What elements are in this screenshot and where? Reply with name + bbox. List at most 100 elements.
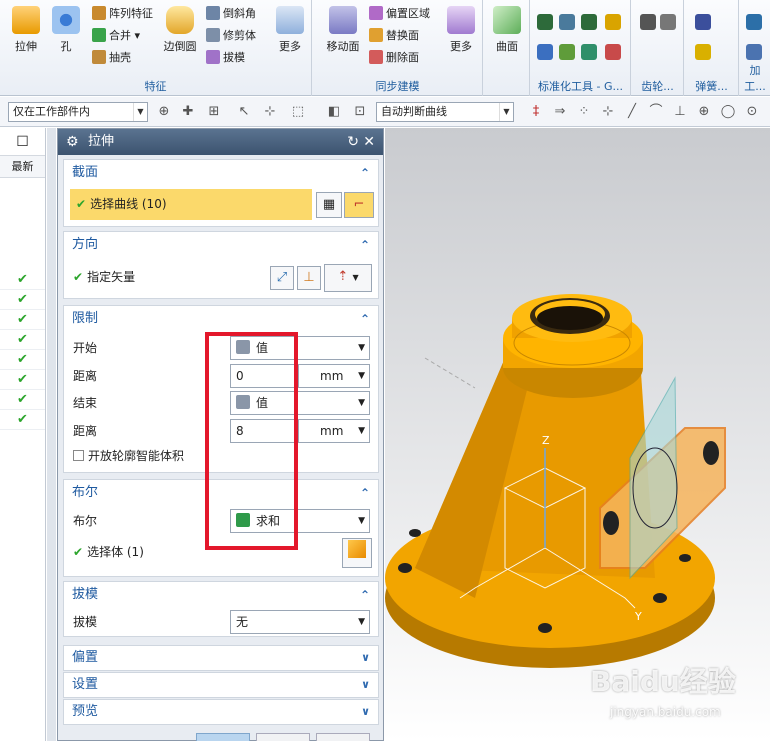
lasso-icon[interactable]: ⊹ [262,104,278,120]
cancel-button[interactable] [316,733,370,741]
reverse-direction-button[interactable]: ⤢ [270,266,294,290]
axis-line [424,357,476,389]
offset-section[interactable]: 偏置 ∨ [63,645,379,671]
endpoint-icon[interactable]: ⊹ [600,104,616,120]
spring-tool-icon-1[interactable] [695,14,711,30]
select-body-row[interactable]: ✔ 选择体 (1) [73,541,144,563]
vector-type-dropdown[interactable]: ⇡ ▼ [324,264,372,292]
settings-section[interactable]: 设置 ∨ [63,672,379,698]
tangent-icon[interactable]: ⌒ [648,104,664,120]
ok-button[interactable] [196,733,250,741]
pattern-icon [92,6,106,20]
std-tool-icon-4[interactable] [605,14,621,30]
std-tool-icon-2[interactable] [559,14,575,30]
draft-type-select[interactable]: 无 ▼ [230,610,370,634]
trim-body-button[interactable]: 修剪体 [206,27,256,45]
curve-select-icon[interactable]: ⊡ [352,104,368,120]
navigator-maximize-icon[interactable]: ☐ [0,128,45,156]
start-unit-select[interactable]: mm ▼ [298,364,370,388]
arc-center-icon[interactable]: ⊕ [696,104,712,120]
quadrant-icon[interactable]: ◯ [720,104,736,120]
sketch-section-button[interactable]: ▦ [316,192,342,218]
move-face-button[interactable]: 移动面 [323,6,363,54]
curve-icon: ⌐ [353,197,365,212]
gear-icon[interactable]: ⚙ [66,129,79,155]
select-filter-icon[interactable]: ⊕ [156,104,172,120]
navigator-check: ✔ [0,290,45,310]
draft-button[interactable]: 拔模 [206,49,245,67]
apply-button[interactable] [256,733,310,741]
replace-face-button[interactable]: 替换面 [369,27,419,45]
select-curve-row[interactable]: ✔ 选择曲线 (10) [70,189,312,220]
curve-rule-select[interactable]: 自动判断曲线 ▼ [376,102,514,122]
rectangle-select-icon[interactable]: ⬚ [290,104,306,120]
shell-button[interactable]: 抽壳 [92,49,131,67]
machining-tool-icon-2[interactable] [746,44,762,60]
boolean-type-select[interactable]: 求和 ▼ [230,509,370,533]
direction-header[interactable]: 方向 ⌃ [64,232,378,258]
group-label-standard: 标准化工具 - G... [538,80,623,93]
selection-scope-select[interactable]: 仅在工作部件内 ▼ [8,102,148,122]
gear-tool-icon-1[interactable] [640,14,656,30]
limits-header[interactable]: 限制 ⌃ [64,306,378,332]
follow-fillet-icon[interactable]: ⇒ [552,104,568,120]
section-header[interactable]: 截面 ⌃ [64,160,378,186]
std-tool-icon-3[interactable] [581,14,597,30]
start-type-select[interactable]: 值 ▼ [230,336,370,360]
model-render: Z Y [385,294,726,668]
reset-icon[interactable]: ↻ [347,129,359,155]
graphics-viewport[interactable]: Z Y [385,128,770,741]
std-tool-icon-7[interactable] [581,44,597,60]
snap-grid-icon[interactable]: ⁘ [576,104,592,120]
select-body-button[interactable] [342,538,372,568]
midpoint-icon[interactable]: ⊥ [672,104,688,120]
replace-face-icon [369,28,383,42]
chamfer-button[interactable]: 倒斜角 [206,5,256,23]
cursor-icon[interactable]: ↖ [236,104,252,120]
select-face-icon[interactable]: ⊞ [206,104,222,120]
draft-header[interactable]: 拔模 ⌃ [64,582,378,608]
extrude-button[interactable]: 拉伸 [6,6,46,54]
machining-tool-icon-1[interactable] [746,14,762,30]
open-profile-checkbox[interactable] [73,450,84,461]
pattern-button[interactable]: 阵列特征 [92,5,153,23]
end-distance-input[interactable]: 8 [230,419,296,443]
start-distance-input[interactable]: 0 [230,364,296,388]
line-icon[interactable]: ╱ [624,104,640,120]
std-tool-icon-1[interactable] [537,14,553,30]
column-header-latest[interactable]: 最新 [0,156,45,178]
boolean-header[interactable]: 布尔 ⌃ [64,480,378,506]
surface-button[interactable]: 曲面 [487,6,527,54]
preview-section[interactable]: 预览 ∨ [63,699,379,725]
navigator-check: ✔ [0,330,45,350]
more-sync-button[interactable]: 更多 [441,6,481,54]
end-unit-select[interactable]: mm ▼ [298,419,370,443]
unite-button[interactable]: 合并 ▾ [92,27,140,45]
std-tool-icon-8[interactable] [605,44,621,60]
vector-dialog-button[interactable]: ⊥ [297,266,321,290]
gear-tool-icon-2[interactable] [660,14,676,30]
std-tool-icon-5[interactable] [537,44,553,60]
end-type-select[interactable]: 值 ▼ [230,391,370,415]
snap-point-icon[interactable]: ✚ [180,104,196,120]
edge-blend-button[interactable]: 边倒圆 [160,6,200,54]
point-on-curve-icon[interactable]: ⊙ [744,104,760,120]
dialog-title: 拉伸 [88,134,115,149]
offset-region-button[interactable]: 偏置区域 [369,5,430,23]
value-icon [236,395,250,409]
hole-button[interactable]: 孔 [46,6,86,54]
check-icon: ✔ [73,270,84,284]
navigator-check: ✔ [0,410,45,430]
check-icon: ✔ [76,197,87,211]
std-tool-icon-6[interactable] [559,44,575,60]
more-feature-button[interactable]: 更多 [270,6,310,54]
selection-toolbar: 仅在工作部件内 ▼ ⊕ ✚ ⊞ ↖ ⊹ ⬚ ◧ ⊡ 自动判断曲线 ▼ ‡ ⇒ ⁘ ⊹… [0,97,770,127]
open-profile-row[interactable]: 开放轮廓智能体积 [73,445,184,467]
body-select-icon[interactable]: ◧ [326,104,342,120]
spring-tool-icon-2[interactable] [695,44,711,60]
stop-at-intersection-icon[interactable]: ‡ [528,104,544,120]
delete-face-button[interactable]: 删除面 [369,49,419,67]
curve-button[interactable]: ⌐ [344,192,374,218]
group-label-gear: 齿轮... [641,80,674,93]
close-icon[interactable]: ✕ [363,129,375,155]
